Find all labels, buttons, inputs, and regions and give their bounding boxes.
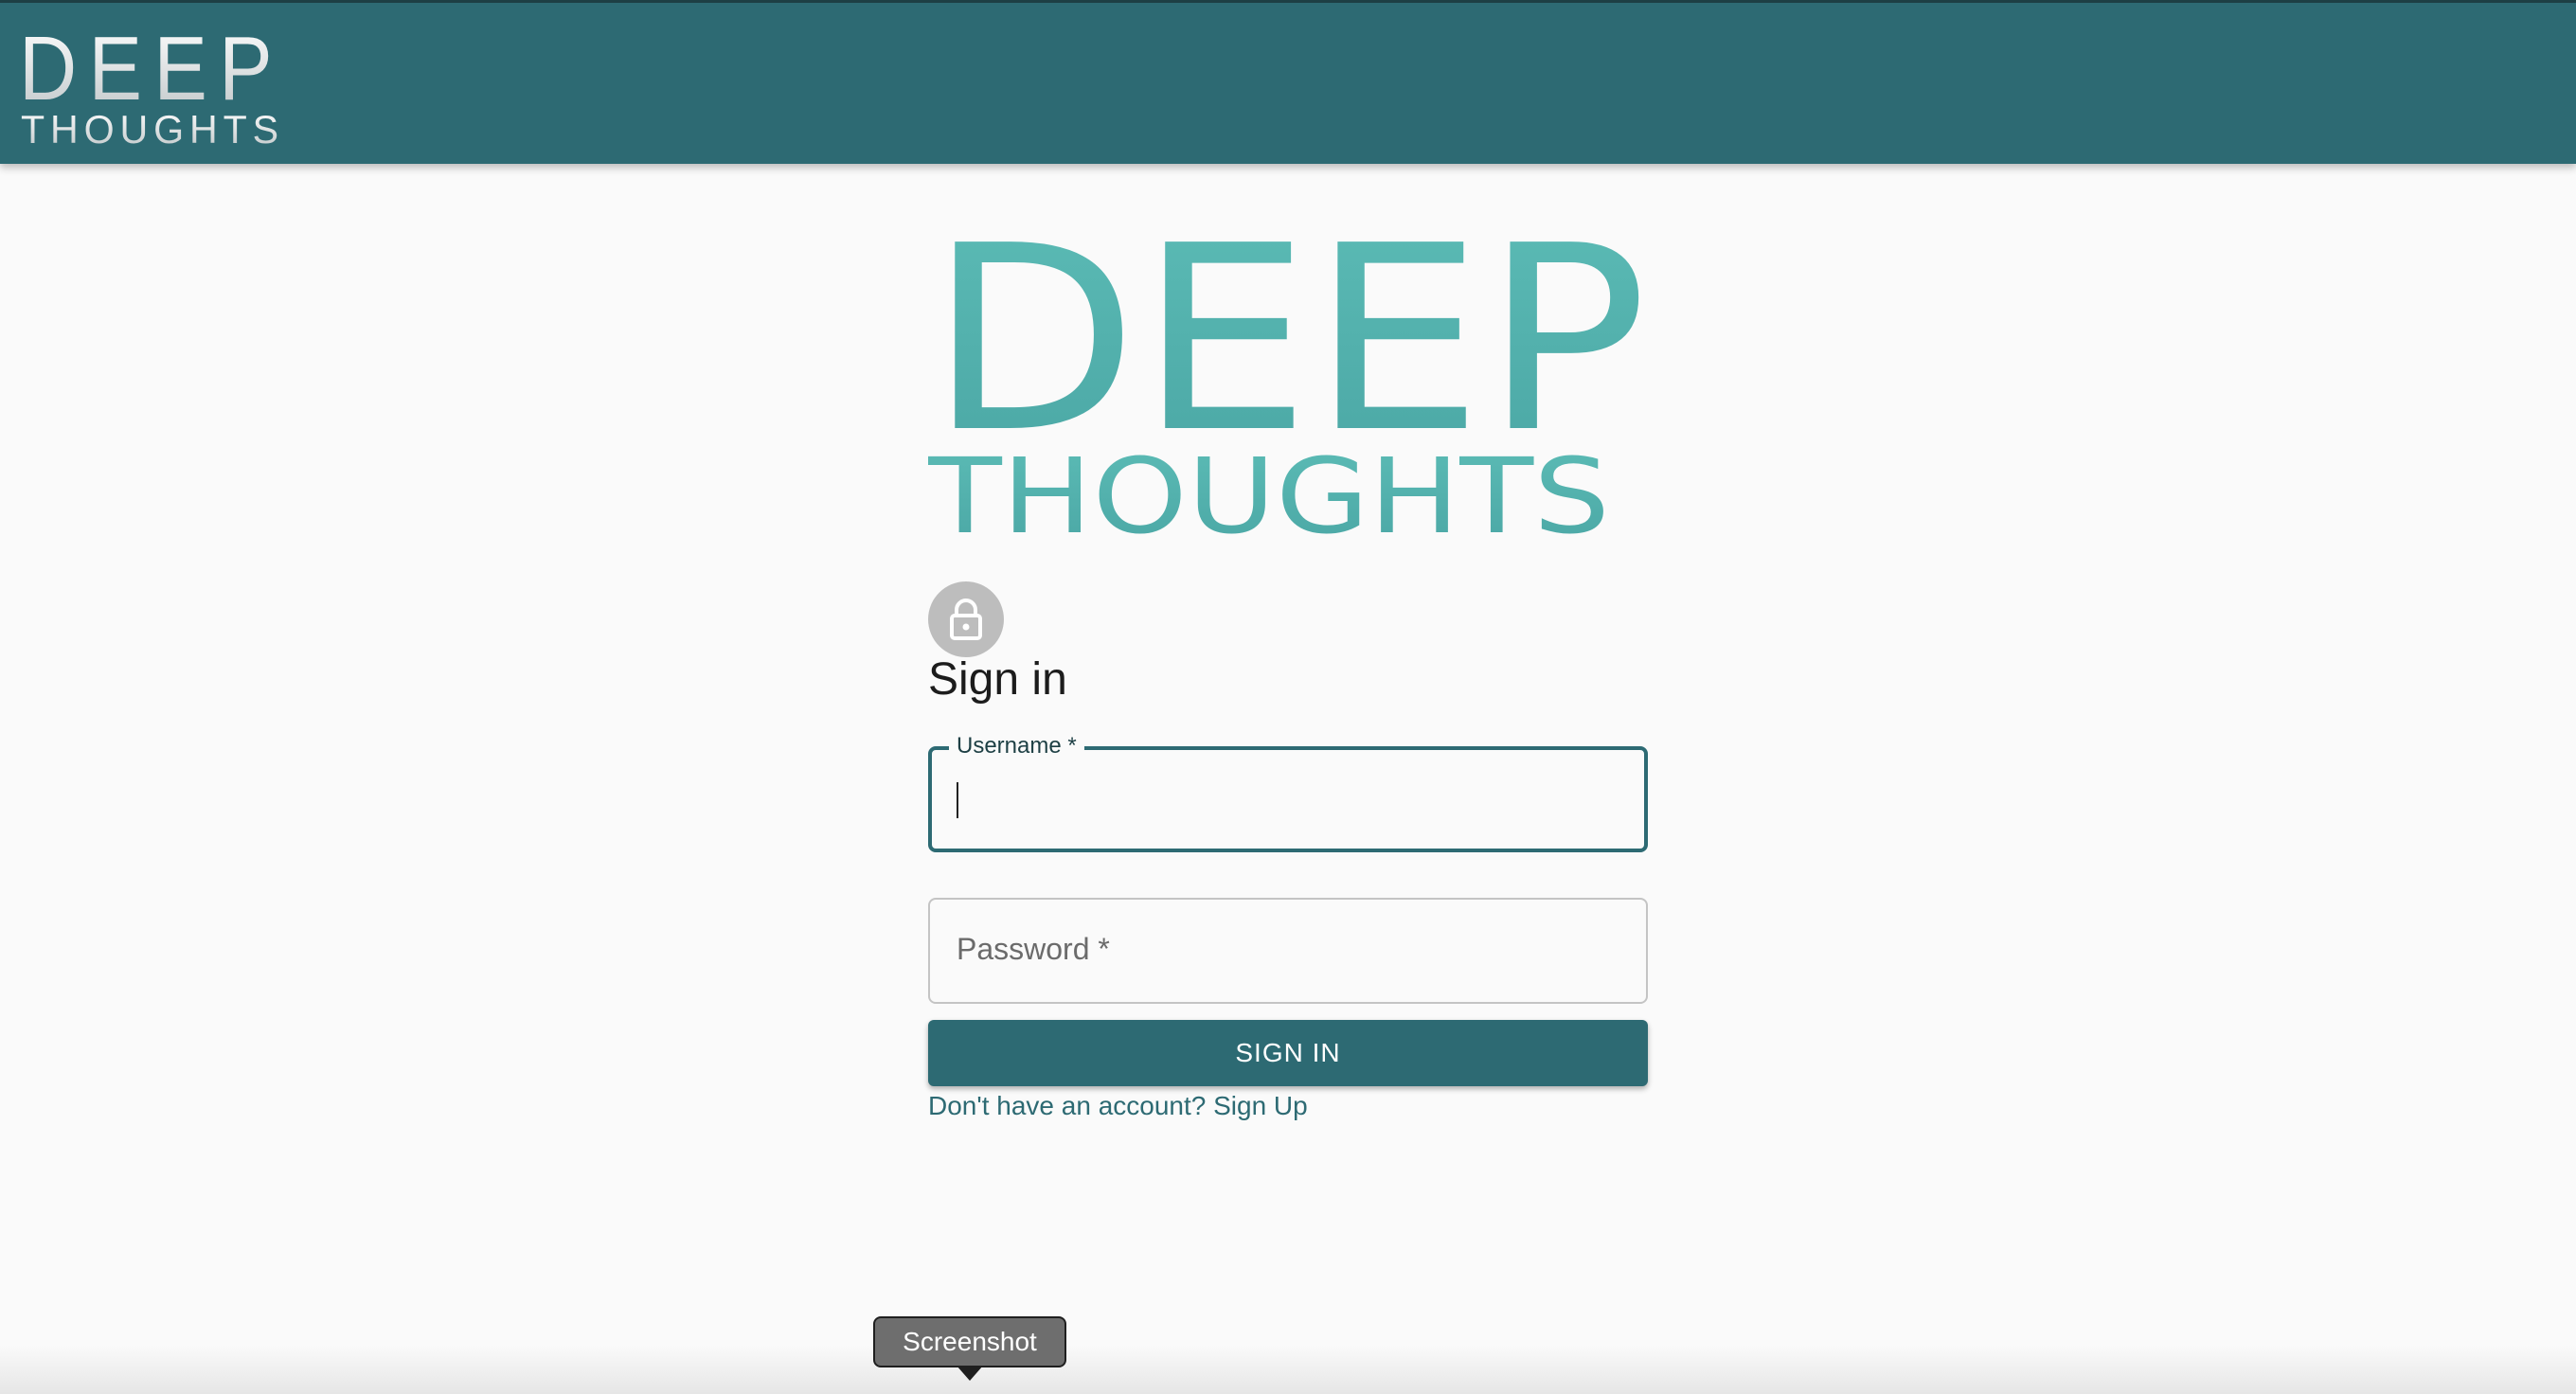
text-caret — [957, 782, 958, 818]
tooltip-arrow — [957, 1366, 983, 1381]
password-input[interactable] — [930, 900, 1646, 1002]
page-title: Sign in — [928, 654, 1067, 705]
hero-logo: DEEP THOUGHTS — [928, 223, 1648, 536]
sign-up-link[interactable]: Don't have an account? Sign Up — [928, 1091, 1308, 1121]
app-logo-line2: THOUGHTS — [21, 107, 284, 147]
password-field[interactable]: Password * — [928, 898, 1648, 1004]
hero-logo-line2: THOUGHTS — [928, 436, 1610, 536]
lock-icon — [950, 599, 982, 640]
username-input[interactable] — [932, 750, 1644, 849]
app-logo-line1: DEEP — [19, 24, 284, 119]
username-field[interactable]: Username * — [928, 729, 1648, 852]
dock-area — [0, 1345, 2576, 1394]
app-logo[interactable]: DEEP THOUGHTS — [19, 24, 294, 147]
sign-in-button[interactable]: SIGN IN — [928, 1020, 1648, 1086]
lock-avatar — [928, 581, 1004, 657]
screenshot-tooltip: Screenshot — [873, 1316, 1066, 1367]
app-bar: DEEP THOUGHTS — [0, 0, 2576, 164]
